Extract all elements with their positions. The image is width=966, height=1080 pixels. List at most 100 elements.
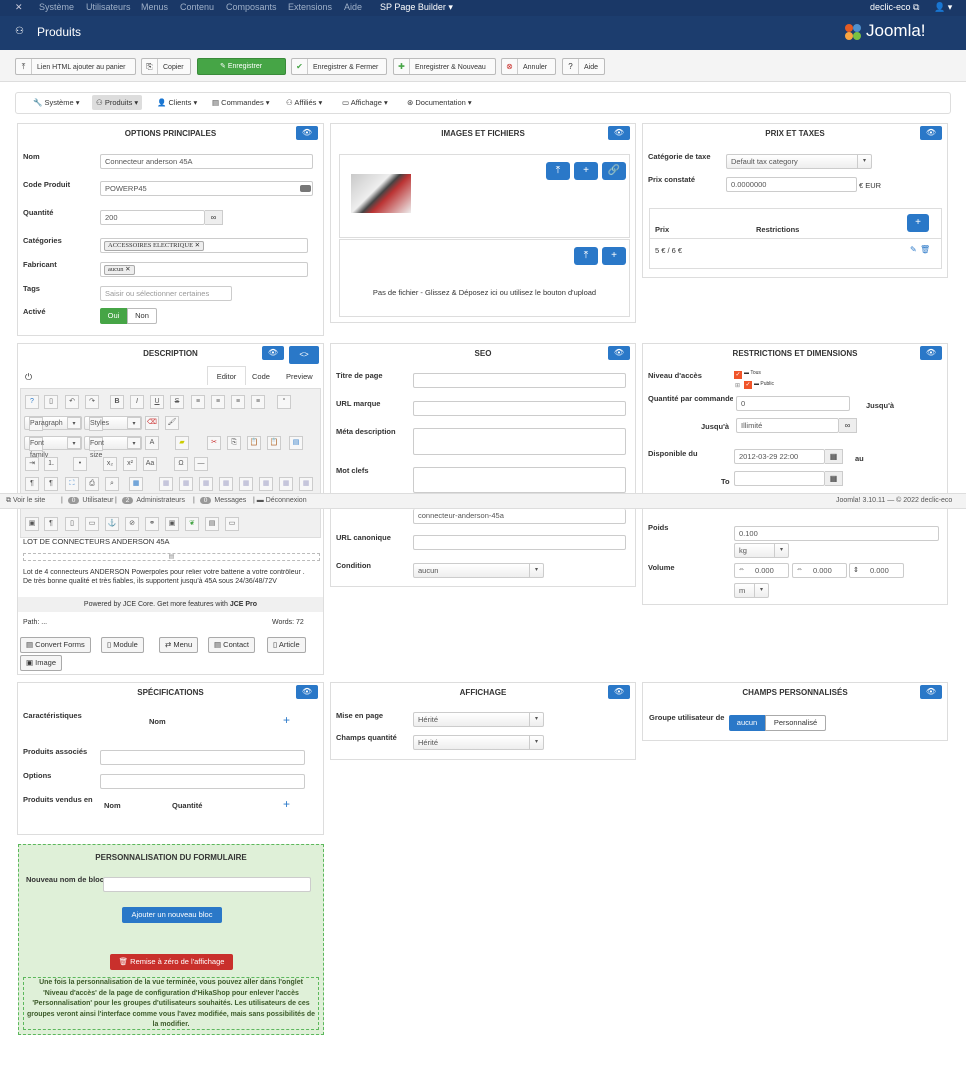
fullscreen-icon[interactable]: ⛶	[65, 477, 79, 491]
table-row-icon[interactable]: ▦	[159, 477, 173, 491]
group-custom-button[interactable]: Personnalisé	[765, 715, 826, 731]
eye-icon[interactable]: 👁	[296, 685, 318, 699]
upload-icon[interactable]: ⤒	[546, 162, 570, 180]
upload-icon[interactable]: ⤒	[574, 247, 598, 265]
user-icon[interactable]: 👤 ▾	[934, 2, 952, 13]
name-input[interactable]: Connecteur anderson 45A	[100, 154, 313, 169]
trash-icon[interactable]: 🗑	[920, 245, 930, 254]
code-toggle-icon[interactable]: <>	[289, 346, 319, 364]
convert-forms-button[interactable]: ▤ Convert Forms	[20, 637, 91, 653]
styles-select[interactable]: Styles ▾	[84, 416, 142, 431]
omega-icon[interactable]: Ω	[174, 457, 188, 471]
paint-icon[interactable]: 🖌	[165, 416, 179, 430]
indent-icon[interactable]: ⇥	[25, 457, 39, 471]
condition-select[interactable]: aucun ▾	[413, 563, 544, 578]
menu-button[interactable]: ⇄ Menu	[159, 637, 199, 653]
contact-button[interactable]: ▤ Contact	[208, 637, 256, 653]
add-icon[interactable]: +	[574, 162, 598, 180]
edit-icon[interactable]: ✎	[910, 245, 917, 254]
canonical-input[interactable]	[413, 535, 626, 550]
qty-input[interactable]: 200	[100, 210, 205, 225]
qty-max-input[interactable]: Illimité	[736, 418, 839, 433]
menu-components[interactable]: Composants	[226, 2, 277, 12]
superscript-icon[interactable]: x²	[123, 457, 137, 471]
nav-products[interactable]: ⚇ Produits ▾	[92, 95, 143, 110]
messages-status[interactable]: | 0 Messages	[193, 497, 246, 504]
eye-icon[interactable]: 👁	[262, 346, 284, 360]
tags-input[interactable]: Saisir ou sélectionner certaines	[100, 286, 232, 301]
eye-icon[interactable]: 👁	[920, 346, 942, 360]
save-button[interactable]: ✎ Enregistrer	[197, 58, 286, 75]
weight-input[interactable]: 0.100	[734, 526, 939, 541]
highlight-icon[interactable]: ▰	[175, 436, 189, 450]
link-icon[interactable]: 🔗	[602, 162, 626, 180]
blockquote-icon[interactable]: “	[277, 395, 291, 409]
volume-unit-select[interactable]: m ▾	[734, 583, 769, 598]
image-icon[interactable]: ▣	[165, 517, 179, 531]
group-none-button[interactable]: aucun	[729, 715, 765, 731]
logout-link[interactable]: | ▬ Déconnexion	[253, 497, 307, 504]
add-block-button[interactable]: Ajouter un nouveau bloc	[122, 907, 222, 923]
menu-sp-page-builder[interactable]: SP Page Builder ▾	[380, 2, 453, 13]
font-size-select[interactable]: Font size ▾	[84, 436, 142, 459]
paste-text-icon[interactable]: 📋	[267, 436, 281, 450]
html-cart-link-button[interactable]: ⤒ Lien HTML ajouter au panier	[15, 58, 136, 75]
redo-icon[interactable]: ↷	[85, 395, 99, 409]
align-left-icon[interactable]: ≡	[191, 395, 205, 409]
align-center-icon[interactable]: ≡	[211, 395, 225, 409]
site-link[interactable]: declic-eco ⧉	[870, 2, 919, 13]
link-icon[interactable]: ⚭	[145, 517, 159, 531]
html-icon[interactable]: ▤	[289, 436, 303, 450]
infinity-icon[interactable]: ∞	[205, 210, 223, 225]
rtl-icon[interactable]: ¶	[44, 477, 58, 491]
image-button[interactable]: ▣ Image	[20, 655, 63, 671]
alias-input[interactable]: connecteur-anderson-45a	[413, 509, 626, 524]
qty-field-select[interactable]: Hérité ▾	[413, 735, 544, 750]
paste-icon[interactable]: 📋	[247, 436, 261, 450]
help-button[interactable]: ? Aide	[562, 58, 605, 75]
add-icon[interactable]: +	[283, 713, 290, 727]
eye-icon[interactable]: 👁	[920, 685, 942, 699]
nav-clients[interactable]: 👤 Clients ▾	[157, 98, 197, 107]
eye-icon[interactable]: 👁	[608, 685, 630, 699]
copy-icon[interactable]: ⎘	[227, 436, 241, 450]
iframe-icon[interactable]: ▭	[225, 517, 239, 531]
category-tag[interactable]: ACCESSOIRES ELECTRIQUE ✕	[104, 241, 205, 251]
tax-select[interactable]: Default tax category ▾	[726, 154, 872, 169]
page-break-icon[interactable]: ▤	[23, 553, 320, 561]
bullet-list-icon[interactable]: •	[73, 457, 87, 471]
image-manager-icon[interactable]: ❦	[185, 517, 199, 531]
bold-icon[interactable]: B	[110, 395, 124, 409]
keywords-textarea[interactable]	[413, 467, 626, 493]
content-body[interactable]: Lot de 4 connecteurs ANDERSON Powerpoles…	[23, 569, 308, 593]
cancel-button[interactable]: ⊗ Annuler	[501, 58, 556, 75]
joomla-icon[interactable]: ✕	[15, 2, 23, 13]
new-doc-icon[interactable]: ▯	[44, 395, 58, 409]
module-button[interactable]: ▯ Module	[101, 637, 144, 653]
media-icon[interactable]: ▤	[205, 517, 219, 531]
article-button[interactable]: ▯ Article	[267, 637, 306, 653]
nav-affiliates[interactable]: ⚇ Affiliés ▾	[286, 98, 322, 107]
nav-display[interactable]: ▭ Affichage ▾	[342, 98, 388, 107]
weight-unit-select[interactable]: kg ▾	[734, 543, 789, 558]
table-del-icon[interactable]: ▦	[259, 477, 273, 491]
save-new-button[interactable]: ✚ Enregistrer & Nouveau	[393, 58, 496, 75]
calendar-icon[interactable]: ▦	[825, 471, 843, 486]
active-no-button[interactable]: Non	[127, 308, 157, 324]
font-family-select[interactable]: Font family ▾	[24, 436, 82, 459]
nav-orders[interactable]: ▤ Commandes ▾	[212, 98, 270, 107]
options-input[interactable]	[100, 774, 305, 789]
keyboard-icon[interactable]	[300, 185, 311, 192]
checkbox-icon[interactable]: ✓	[744, 381, 752, 389]
table-rowprops-icon[interactable]: ▦	[299, 477, 313, 491]
menu-system[interactable]: Système	[39, 2, 74, 12]
copy-button[interactable]: ⎘ Copier	[141, 58, 191, 75]
table-cell-icon[interactable]: ▦	[199, 477, 213, 491]
undo-icon[interactable]: ↶	[65, 395, 79, 409]
qty-min-input[interactable]: 0	[736, 396, 850, 411]
image-dropzone[interactable]: ⤒ + 🔗	[339, 154, 630, 238]
power-icon[interactable]: ⏻	[25, 372, 32, 383]
menu-users[interactable]: Utilisateurs	[86, 2, 131, 12]
menu-content[interactable]: Contenu	[180, 2, 214, 12]
hr-icon[interactable]: —	[194, 457, 208, 471]
